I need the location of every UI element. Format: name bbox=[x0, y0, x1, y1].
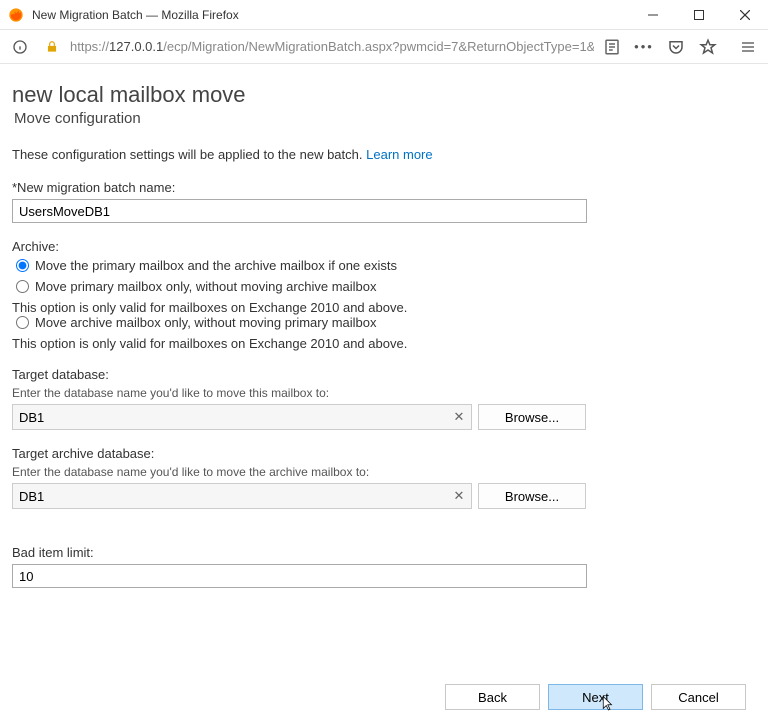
learn-more-link[interactable]: Learn more bbox=[366, 147, 432, 162]
target-db-clear-icon[interactable]: ✕ bbox=[450, 408, 468, 426]
batch-name-input[interactable] bbox=[12, 199, 587, 223]
back-button[interactable]: Back bbox=[445, 684, 540, 710]
url-path: /ecp/Migration/NewMigrationBatch.aspx?pw… bbox=[163, 39, 594, 54]
url-scheme: https:// bbox=[70, 39, 109, 54]
archive-option-primary: Move primary mailbox only, without movin… bbox=[12, 279, 756, 294]
page-title: new local mailbox move bbox=[12, 82, 756, 108]
target-archive-db-hint: Enter the database name you'd like to mo… bbox=[12, 465, 756, 479]
window-buttons bbox=[630, 0, 768, 30]
target-archive-db-input[interactable] bbox=[12, 483, 472, 509]
target-archive-db-browse-button[interactable]: Browse... bbox=[478, 483, 586, 509]
browser-address-bar: https://127.0.0.1/ecp/Migration/NewMigra… bbox=[0, 30, 768, 64]
bookmark-star-icon[interactable] bbox=[694, 34, 722, 60]
archive-radio-archiveonly-label: Move archive mailbox only, without movin… bbox=[35, 315, 377, 330]
intro-text: These configuration settings will be app… bbox=[12, 147, 756, 162]
page-actions-icon[interactable]: ••• bbox=[630, 34, 658, 60]
site-info-icon[interactable] bbox=[6, 34, 34, 60]
target-db-input[interactable] bbox=[12, 404, 472, 430]
target-archive-db-input-wrap: ✕ bbox=[12, 483, 472, 509]
archive-radio-both-label: Move the primary mailbox and the archive… bbox=[35, 258, 397, 273]
bad-item-input[interactable] bbox=[12, 564, 587, 588]
bad-item-section: Bad item limit: bbox=[12, 545, 756, 588]
bad-item-label: Bad item limit: bbox=[12, 545, 756, 560]
url-host: 127.0.0.1 bbox=[109, 39, 163, 54]
archive-radio-primary-note: This option is only valid for mailboxes … bbox=[12, 300, 756, 315]
target-db-label: Target database: bbox=[12, 367, 756, 382]
target-archive-db-label: Target archive database: bbox=[12, 446, 756, 461]
archive-radio-primary-label: Move primary mailbox only, without movin… bbox=[35, 279, 377, 294]
target-db-input-wrap: ✕ bbox=[12, 404, 472, 430]
target-archive-db-section: Target archive database: Enter the datab… bbox=[12, 446, 756, 509]
window-titlebar: New Migration Batch — Mozilla Firefox bbox=[0, 0, 768, 30]
hamburger-menu-icon[interactable] bbox=[734, 34, 762, 60]
target-archive-db-clear-icon[interactable]: ✕ bbox=[450, 487, 468, 505]
archive-radio-primary[interactable] bbox=[16, 280, 29, 293]
minimize-button[interactable] bbox=[630, 0, 676, 30]
archive-radio-archiveonly-note: This option is only valid for mailboxes … bbox=[12, 336, 756, 351]
firefox-icon bbox=[6, 5, 26, 25]
intro-sentence: These configuration settings will be app… bbox=[12, 147, 363, 162]
archive-label: Archive: bbox=[12, 239, 756, 254]
archive-option-archiveonly: Move archive mailbox only, without movin… bbox=[12, 315, 756, 330]
target-archive-db-row: ✕ Browse... bbox=[12, 483, 756, 509]
batch-name-label: *New migration batch name: bbox=[12, 180, 756, 195]
page-subtitle: Move configuration bbox=[14, 110, 756, 127]
pocket-icon[interactable] bbox=[662, 34, 690, 60]
archive-option-both: Move the primary mailbox and the archive… bbox=[12, 258, 756, 273]
maximize-button[interactable] bbox=[676, 0, 722, 30]
page-content: new local mailbox move Move configuratio… bbox=[0, 64, 768, 720]
lock-icon[interactable] bbox=[38, 34, 66, 60]
target-db-hint: Enter the database name you'd like to mo… bbox=[12, 386, 756, 400]
archive-radio-both[interactable] bbox=[16, 259, 29, 272]
next-button[interactable]: Next bbox=[548, 684, 643, 710]
target-db-row: ✕ Browse... bbox=[12, 404, 756, 430]
wizard-footer-buttons: Back Next Cancel bbox=[445, 684, 746, 710]
archive-radio-archiveonly[interactable] bbox=[16, 316, 29, 329]
batch-name-section: *New migration batch name: bbox=[12, 180, 756, 223]
url-text[interactable]: https://127.0.0.1/ecp/Migration/NewMigra… bbox=[70, 39, 594, 54]
cancel-button[interactable]: Cancel bbox=[651, 684, 746, 710]
window-title: New Migration Batch — Mozilla Firefox bbox=[32, 8, 630, 22]
reader-mode-icon[interactable] bbox=[598, 34, 626, 60]
archive-radio-group: Move the primary mailbox and the archive… bbox=[12, 258, 756, 351]
archive-section: Archive: Move the primary mailbox and th… bbox=[12, 239, 756, 351]
target-db-browse-button[interactable]: Browse... bbox=[478, 404, 586, 430]
target-db-section: Target database: Enter the database name… bbox=[12, 367, 756, 430]
close-button[interactable] bbox=[722, 0, 768, 30]
